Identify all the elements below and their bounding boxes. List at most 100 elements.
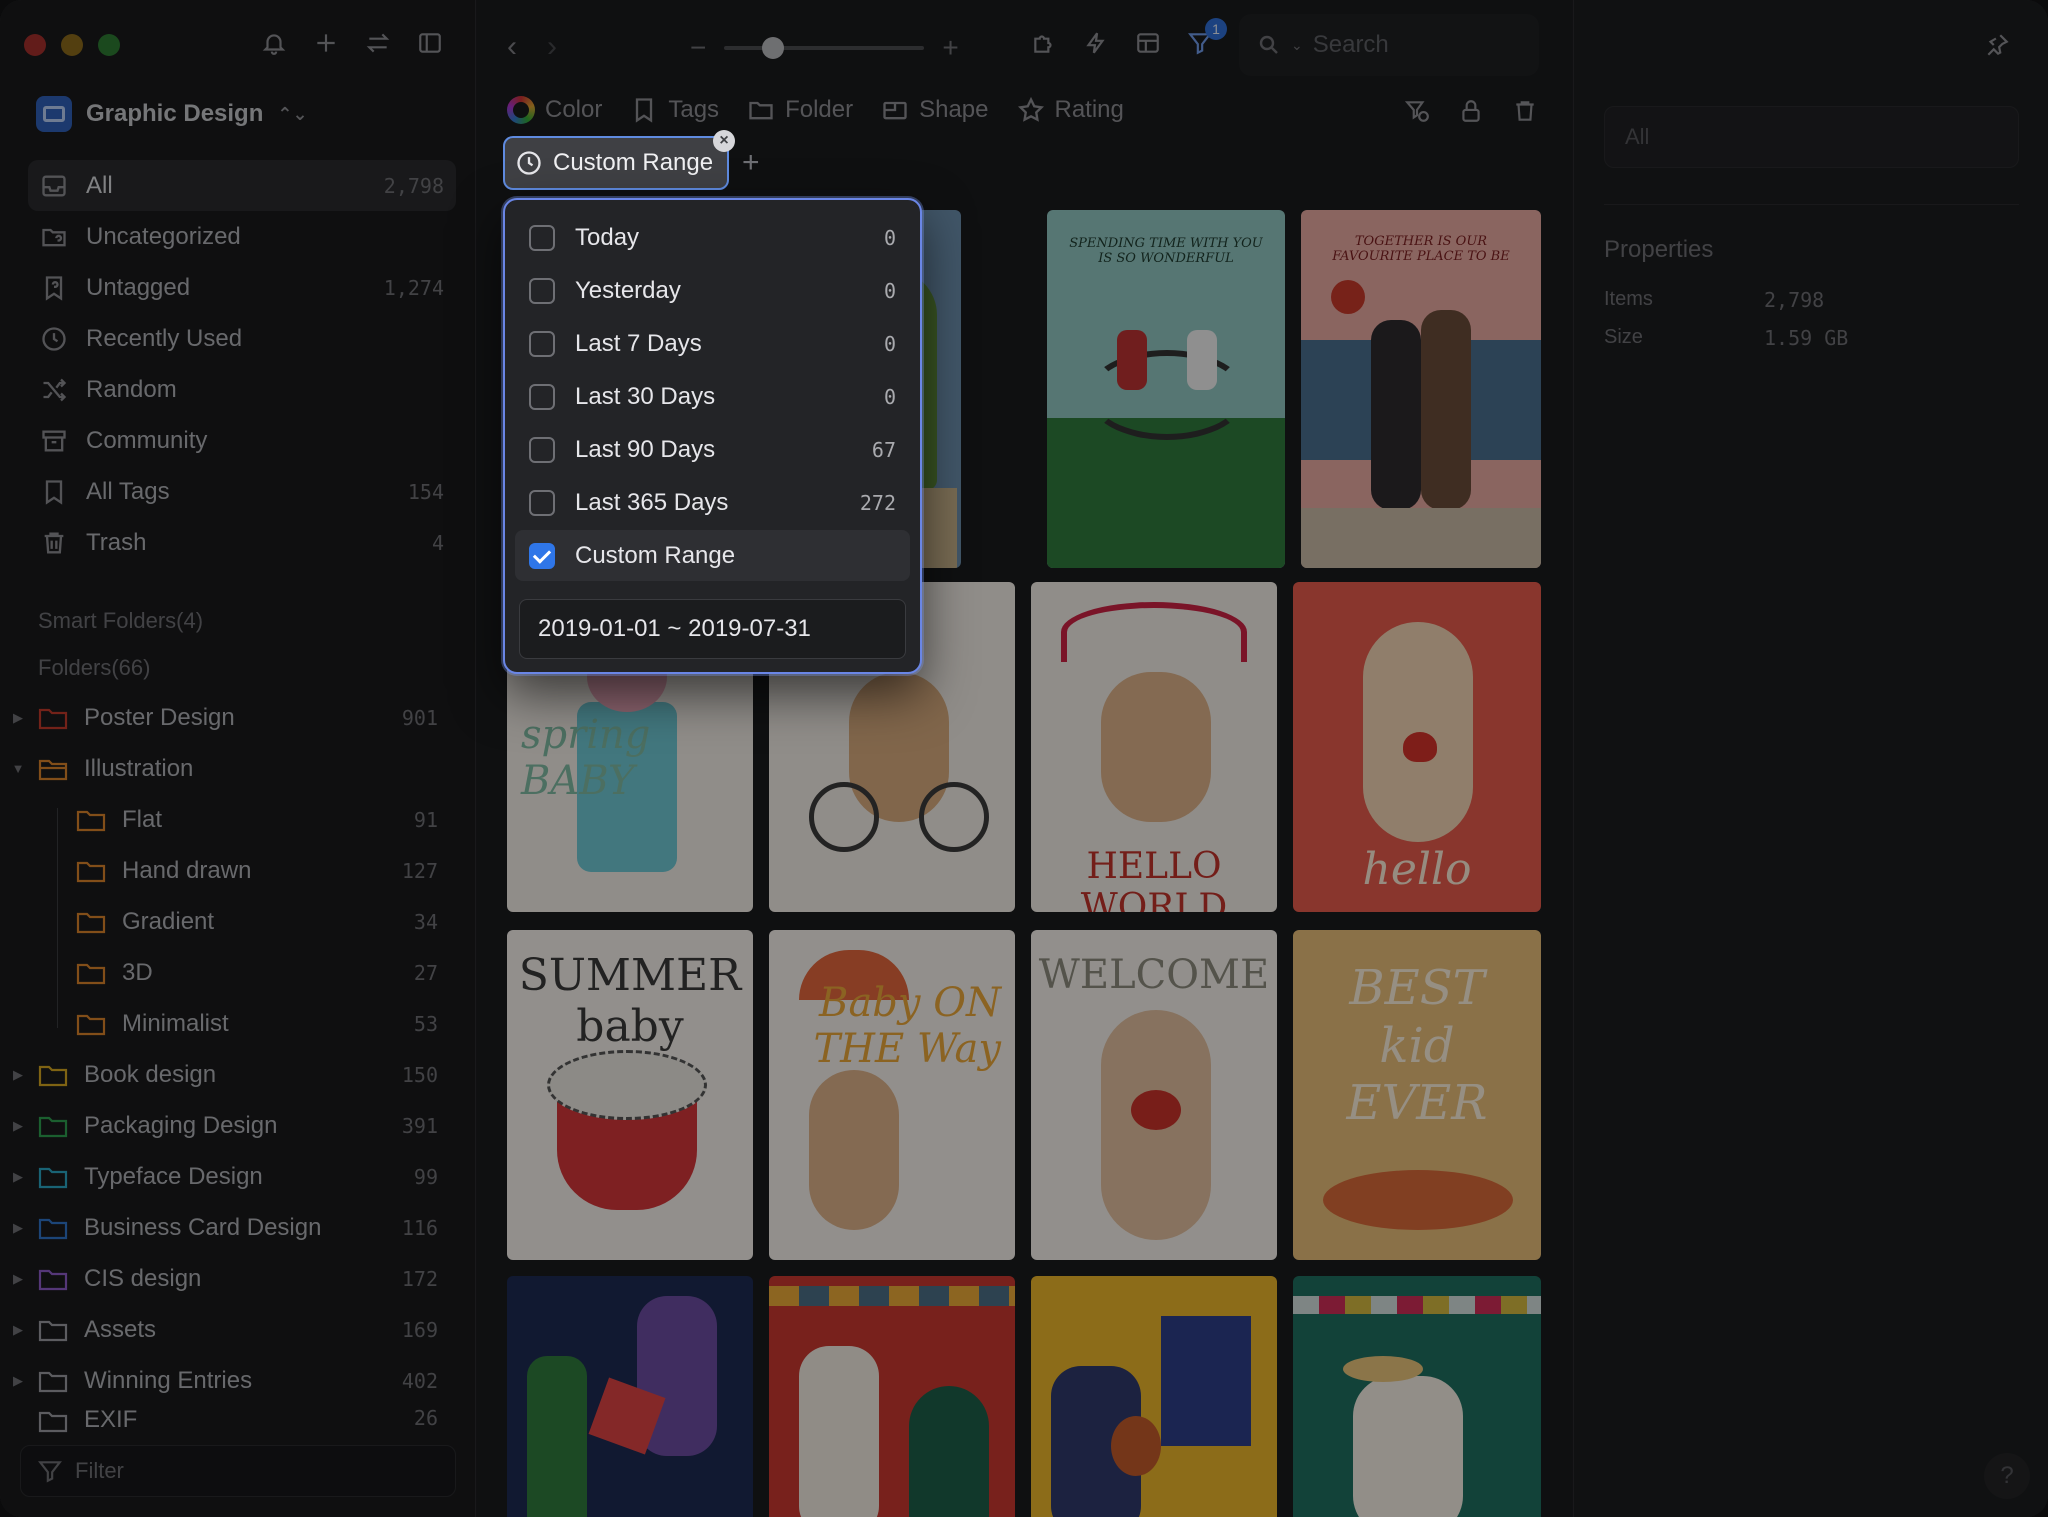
filter-icon[interactable]: 1 bbox=[1185, 18, 1227, 58]
disclosure-right-icon[interactable]: ▶ bbox=[0, 710, 36, 726]
date-range-input[interactable]: 2019-01-01 ~ 2019-07-31 bbox=[519, 599, 906, 659]
zoom-track[interactable] bbox=[724, 37, 925, 59]
close-window-button[interactable] bbox=[24, 34, 46, 56]
date-option-last-90-days[interactable]: Last 90 Days 67 bbox=[515, 424, 910, 475]
help-button[interactable]: ? bbox=[1984, 1453, 2030, 1499]
nav-item-community[interactable]: Community bbox=[28, 415, 456, 466]
back-arrow-icon[interactable]: ‹ bbox=[507, 30, 517, 64]
checkbox-checked[interactable] bbox=[529, 542, 555, 569]
disclosure-right-icon[interactable]: ▶ bbox=[0, 1220, 36, 1236]
add-filter-button[interactable]: + bbox=[742, 146, 760, 180]
checkbox[interactable] bbox=[529, 224, 555, 251]
bolt-icon[interactable] bbox=[1081, 28, 1111, 58]
disclosure-right-icon[interactable]: ▶ bbox=[0, 1118, 36, 1134]
plus-icon[interactable] bbox=[311, 28, 341, 58]
folder-item-hand-drawn[interactable]: Hand drawn 127 bbox=[0, 845, 476, 896]
nav-item-untagged[interactable]: Untagged 1,274 bbox=[28, 262, 456, 313]
checkbox[interactable] bbox=[529, 277, 555, 304]
thumbnail-card[interactable]: HELLO WORLD bbox=[1031, 582, 1277, 912]
folder-item-3d[interactable]: 3D 27 bbox=[0, 947, 476, 998]
thumbnail-zoom-slider[interactable]: − + bbox=[690, 32, 959, 64]
checkbox[interactable] bbox=[529, 489, 555, 516]
folder-item-typeface-design[interactable]: ▶ Typeface Design 99 bbox=[0, 1151, 476, 1202]
date-option-last-7-days[interactable]: Last 7 Days 0 bbox=[515, 318, 910, 369]
filter-folder[interactable]: Folder bbox=[747, 96, 853, 124]
thumbnail-card[interactable]: TOGETHER IS OUR FAVOURITE PLACE TO BE bbox=[1301, 210, 1541, 568]
pin-icon[interactable] bbox=[1982, 30, 2012, 60]
date-option-custom-range[interactable]: Custom Range bbox=[515, 530, 910, 581]
thumbnail-card[interactable]: SPENDING TIME WITH YOU IS SO WONDERFUL bbox=[1047, 210, 1285, 568]
filter-shape[interactable]: Shape bbox=[881, 96, 989, 124]
filter-clock-icon[interactable] bbox=[1402, 96, 1432, 126]
disclosure-right-icon[interactable]: ▶ bbox=[0, 1067, 36, 1083]
folder-count: 91 bbox=[413, 807, 438, 832]
puzzle-icon[interactable] bbox=[1029, 28, 1059, 58]
checkbox[interactable] bbox=[529, 436, 555, 463]
thumbnail-card[interactable]: hello bbox=[1293, 582, 1541, 912]
thumbnail-card[interactable] bbox=[1293, 1276, 1541, 1517]
forward-arrow-icon[interactable]: › bbox=[547, 30, 557, 64]
folder-item-packaging-design[interactable]: ▶ Packaging Design 391 bbox=[0, 1100, 476, 1151]
zoom-knob[interactable] bbox=[762, 37, 785, 59]
disclosure-right-icon[interactable]: ▶ bbox=[0, 1271, 36, 1287]
folder-list: ▶ Poster Design 901 ▼ Illustration Flat … bbox=[0, 692, 476, 1434]
folder-item-poster-design[interactable]: ▶ Poster Design 901 bbox=[0, 692, 476, 743]
filter-color[interactable]: Color bbox=[507, 96, 602, 124]
swap-icon[interactable] bbox=[363, 28, 393, 58]
thumbnail-card[interactable]: Baby ON THE Way bbox=[769, 930, 1015, 1260]
smart-folders-header[interactable]: Smart Folders(4) bbox=[38, 608, 203, 634]
sidebar-filter-input[interactable]: Filter bbox=[20, 1445, 456, 1497]
nav-item-trash[interactable]: Trash 4 bbox=[28, 517, 456, 568]
sidebar-toggle-icon[interactable] bbox=[415, 28, 445, 58]
remove-filter-icon[interactable]: × bbox=[713, 130, 735, 152]
disclosure-down-icon[interactable]: ▼ bbox=[0, 761, 36, 776]
folder-item-minimalist[interactable]: Minimalist 53 bbox=[0, 998, 476, 1049]
lock-icon[interactable] bbox=[1456, 96, 1486, 126]
date-option-last-30-days[interactable]: Last 30 Days 0 bbox=[515, 371, 910, 422]
date-option-yesterday[interactable]: Yesterday 0 bbox=[515, 265, 910, 316]
folder-item-illustration[interactable]: ▼ Illustration bbox=[0, 743, 476, 794]
folder-item-exif[interactable]: EXIF 26 bbox=[0, 1406, 476, 1434]
folder-item-assets[interactable]: ▶ Assets 169 bbox=[0, 1304, 476, 1355]
folder-item-cis-design[interactable]: ▶ CIS design 172 bbox=[0, 1253, 476, 1304]
layout-icon[interactable] bbox=[1133, 28, 1163, 58]
filter-tags[interactable]: Tags bbox=[630, 96, 719, 124]
filter-rating[interactable]: Rating bbox=[1017, 96, 1124, 124]
library-switcher[interactable]: Graphic Design ⌃⌄ bbox=[36, 96, 308, 132]
nav-item-random[interactable]: Random bbox=[28, 364, 456, 415]
folder-item-book-design[interactable]: ▶ Book design 150 bbox=[0, 1049, 476, 1100]
disclosure-right-icon[interactable]: ▶ bbox=[0, 1169, 36, 1185]
folder-item-business-card-design[interactable]: ▶ Business Card Design 116 bbox=[0, 1202, 476, 1253]
date-option-today[interactable]: Today 0 bbox=[515, 212, 910, 263]
inspector-filter-field[interactable]: All bbox=[1604, 106, 2019, 168]
checkbox[interactable] bbox=[529, 330, 555, 357]
trash-icon[interactable] bbox=[1510, 96, 1540, 126]
folder-item-flat[interactable]: Flat 91 bbox=[0, 794, 476, 845]
nav-item-uncategorized[interactable]: Uncategorized bbox=[28, 211, 456, 262]
date-option-last-365-days[interactable]: Last 365 Days 272 bbox=[515, 477, 910, 528]
folder-item-winning-entries[interactable]: ▶ Winning Entries 402 bbox=[0, 1355, 476, 1406]
thumbnail-card[interactable]: BEST kid EVER bbox=[1293, 930, 1541, 1260]
search-input[interactable]: ⌄ Search bbox=[1239, 14, 1539, 76]
bell-icon[interactable] bbox=[259, 28, 289, 58]
minimize-window-button[interactable] bbox=[61, 34, 83, 56]
nav-item-recently-used[interactable]: Recently Used bbox=[28, 313, 456, 364]
folders-header[interactable]: Folders(66) bbox=[38, 655, 150, 681]
trash-icon bbox=[38, 527, 70, 559]
nav-item-all[interactable]: All 2,798 bbox=[28, 160, 456, 211]
disclosure-right-icon[interactable]: ▶ bbox=[0, 1373, 36, 1389]
zoom-out-icon[interactable]: − bbox=[690, 32, 706, 64]
zoom-window-button[interactable] bbox=[98, 34, 120, 56]
active-filter-tag[interactable]: Custom Range × bbox=[503, 130, 735, 190]
thumbnail-card[interactable] bbox=[769, 1276, 1015, 1517]
sidebar-toolbar bbox=[259, 28, 445, 58]
folder-item-gradient[interactable]: Gradient 34 bbox=[0, 896, 476, 947]
thumbnail-card[interactable]: WELCOME bbox=[1031, 930, 1277, 1260]
thumbnail-card[interactable] bbox=[507, 1276, 753, 1517]
nav-item-all-tags[interactable]: All Tags 154 bbox=[28, 466, 456, 517]
zoom-in-icon[interactable]: + bbox=[942, 32, 958, 64]
disclosure-right-icon[interactable]: ▶ bbox=[0, 1322, 36, 1338]
checkbox[interactable] bbox=[529, 383, 555, 410]
thumbnail-card[interactable]: SUMMER baby bbox=[507, 930, 753, 1260]
thumbnail-card[interactable] bbox=[1031, 1276, 1277, 1517]
